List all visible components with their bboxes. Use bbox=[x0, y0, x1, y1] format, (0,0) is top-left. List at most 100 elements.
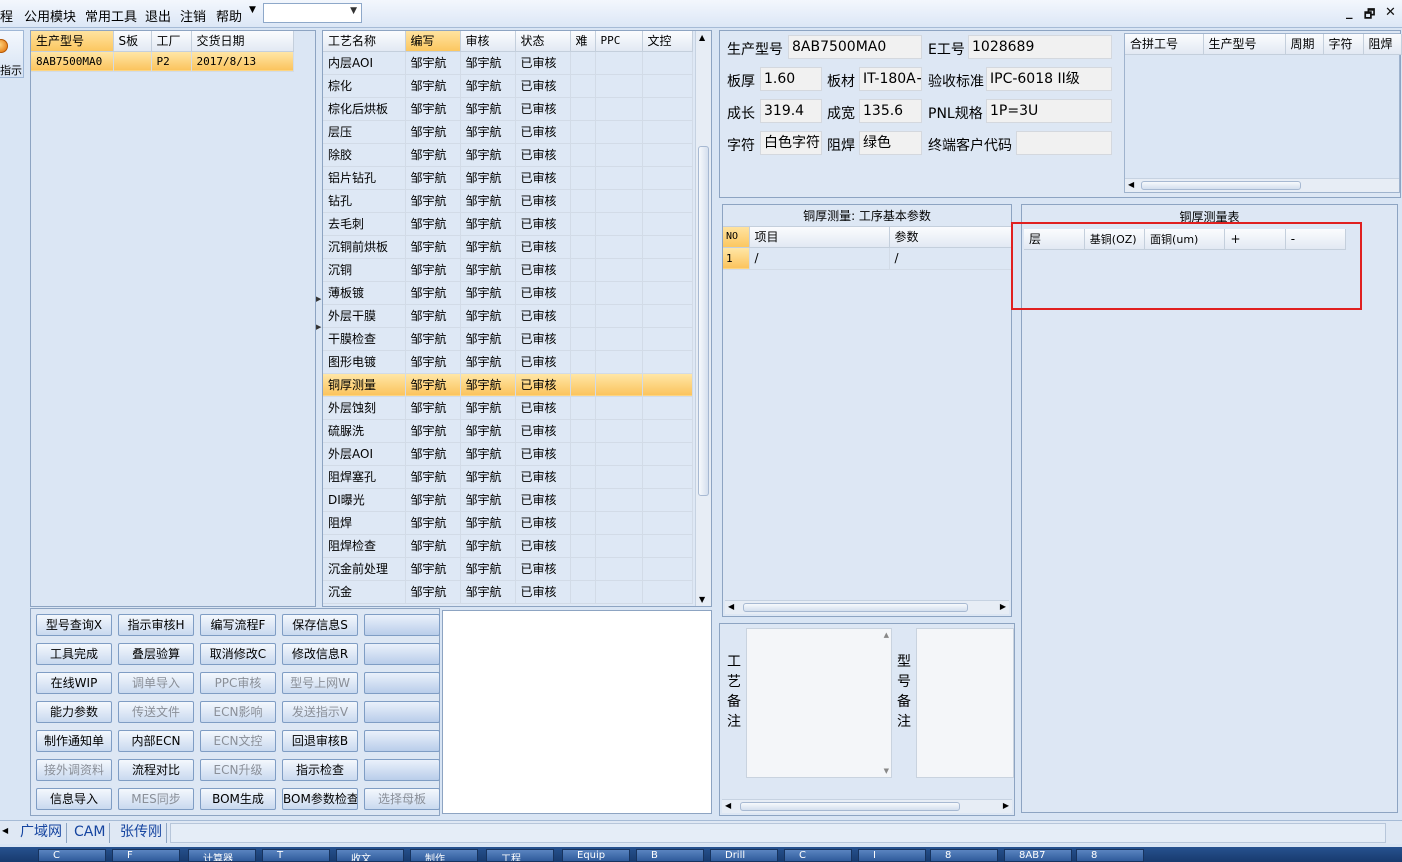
table-row[interactable]: 1 / / bbox=[723, 247, 1012, 270]
table-row[interactable]: 去毛刺 邹宇航 邹宇航 已审核 bbox=[323, 212, 693, 236]
action-button[interactable]: 能力参数 bbox=[36, 701, 112, 723]
column-header[interactable]: 项目 bbox=[749, 227, 890, 248]
scroll-right-icon[interactable]: ▶ bbox=[1000, 602, 1006, 611]
char-field[interactable]: 白色字符 bbox=[760, 131, 822, 155]
action-button[interactable]: 选择母板 bbox=[364, 788, 440, 810]
scroll-right-icon[interactable]: ▶ bbox=[1003, 801, 1009, 810]
column-header[interactable]: 审核 bbox=[460, 31, 516, 52]
taskbar-item[interactable]: 8 bbox=[930, 849, 998, 862]
action-button[interactable]: 修改信息R bbox=[282, 643, 358, 665]
menu-item-logout[interactable]: 注销 bbox=[180, 6, 206, 25]
taskbar-item[interactable]: 制作 bbox=[410, 849, 478, 862]
e-no-field[interactable]: 1028689 bbox=[968, 35, 1112, 59]
side-indicator-button[interactable]: 指示 bbox=[0, 30, 24, 78]
table-row[interactable]: 硫脲洗 邹宇航 邹宇航 已审核 bbox=[323, 419, 693, 443]
taskbar-item[interactable]: I bbox=[858, 849, 926, 862]
column-header[interactable]: 文控 bbox=[642, 31, 693, 52]
column-header[interactable]: PPC bbox=[595, 31, 643, 52]
action-button[interactable]: 型号上网W bbox=[282, 672, 358, 694]
column-header[interactable]: 生产型号 bbox=[31, 31, 114, 52]
action-button[interactable]: BOM参数检查 bbox=[282, 788, 358, 810]
action-button[interactable]: 指示审核H bbox=[118, 614, 194, 636]
status-tab-cam[interactable]: CAM bbox=[70, 823, 111, 843]
scroll-thumb[interactable] bbox=[743, 603, 968, 612]
action-button[interactable]: 型号查询X bbox=[36, 614, 112, 636]
table-row[interactable]: 铝片钻孔 邹宇航 邹宇航 已审核 bbox=[323, 166, 693, 190]
table-row[interactable]: 薄板镀 邹宇航 邹宇航 已审核 bbox=[323, 281, 693, 305]
remarks-hscrollbar[interactable]: ◀ ▶ bbox=[722, 799, 1012, 813]
table-row[interactable]: 阻焊检查 邹宇航 邹宇航 已审核 bbox=[323, 534, 693, 558]
scroll-up-icon[interactable]: ▲ bbox=[884, 631, 889, 639]
column-header[interactable]: 字符 bbox=[1323, 34, 1364, 55]
column-header[interactable]: 阻焊 bbox=[1363, 34, 1402, 55]
table-row[interactable]: 8AB7500MA0 P2 2017/8/13 bbox=[31, 51, 294, 72]
action-button[interactable]: 取消修改C bbox=[200, 643, 276, 665]
action-button[interactable]: MES同步 bbox=[118, 788, 194, 810]
menu-item-program[interactable]: 程 bbox=[0, 6, 13, 25]
scroll-left-icon[interactable]: ◀ bbox=[725, 801, 731, 810]
status-arrow-icon[interactable]: ◀ bbox=[2, 826, 8, 835]
menu-item-help[interactable]: 帮助 bbox=[216, 6, 242, 25]
menu-overflow-icon[interactable]: ▼ bbox=[249, 5, 256, 15]
action-button[interactable]: 流程对比 bbox=[118, 759, 194, 781]
table-row[interactable]: 阻焊 邹宇航 邹宇航 已审核 bbox=[323, 511, 693, 535]
product-model-field[interactable]: 8AB7500MA0 bbox=[788, 35, 922, 59]
action-button[interactable]: 内部ECN bbox=[118, 730, 194, 752]
status-tab-wan[interactable]: 广域网 bbox=[16, 823, 67, 843]
width-field[interactable]: 135.6 bbox=[859, 99, 922, 123]
column-header[interactable]: 工厂 bbox=[151, 31, 192, 52]
table-row[interactable]: 外层蚀刻 邹宇航 邹宇航 已审核 bbox=[323, 396, 693, 420]
table-row[interactable]: 棕化后烘板 邹宇航 邹宇航 已审核 bbox=[323, 97, 693, 121]
pnl-field[interactable]: 1P=3U bbox=[986, 99, 1112, 123]
action-button[interactable]: 制作通知单 bbox=[36, 730, 112, 752]
scroll-down-icon[interactable]: ▼ bbox=[884, 767, 889, 775]
table-row[interactable]: DI曝光 邹宇航 邹宇航 已审核 bbox=[323, 488, 693, 512]
merge-grid-hscrollbar[interactable]: ◀ bbox=[1125, 178, 1399, 192]
blank-button[interactable] bbox=[364, 643, 440, 665]
action-button[interactable]: 信息导入 bbox=[36, 788, 112, 810]
column-header[interactable]: 合拼工号 bbox=[1125, 34, 1204, 55]
table-row[interactable]: 除胶 邹宇航 邹宇航 已审核 bbox=[323, 143, 693, 167]
status-tab-user[interactable]: 张传刚 bbox=[116, 823, 167, 843]
taskbar-item[interactable]: Drill bbox=[710, 849, 778, 862]
model-remark-textarea[interactable] bbox=[916, 628, 1014, 778]
taskbar-item[interactable]: 8AB7 bbox=[1004, 849, 1072, 862]
material-field[interactable]: IT-180A+ bbox=[859, 67, 922, 91]
taskbar-item[interactable]: T bbox=[262, 849, 330, 862]
action-button[interactable]: 传送文件 bbox=[118, 701, 194, 723]
length-field[interactable]: 319.4 bbox=[760, 99, 822, 123]
scroll-down-icon[interactable]: ▼ bbox=[699, 595, 705, 604]
action-button[interactable]: ECN影响 bbox=[200, 701, 276, 723]
action-button[interactable]: BOM生成 bbox=[200, 788, 276, 810]
taskbar-item[interactable]: F bbox=[112, 849, 180, 862]
table-row[interactable]: 棕化 邹宇航 邹宇航 已审核 bbox=[323, 74, 693, 98]
table-row[interactable]: 沉金前处理 邹宇航 邹宇航 已审核 bbox=[323, 557, 693, 581]
column-header[interactable]: NO bbox=[723, 227, 750, 248]
restore-icon[interactable]: 🗗 bbox=[1364, 5, 1375, 26]
taskbar-item[interactable]: B bbox=[636, 849, 704, 862]
action-button[interactable]: ECN文控 bbox=[200, 730, 276, 752]
taskbar-item[interactable]: C bbox=[784, 849, 852, 862]
action-button[interactable]: 指示检查 bbox=[282, 759, 358, 781]
blank-button[interactable] bbox=[364, 672, 440, 694]
scroll-left-icon[interactable]: ◀ bbox=[1128, 180, 1134, 189]
taskbar-item[interactable]: C bbox=[38, 849, 106, 862]
blank-button[interactable] bbox=[364, 701, 440, 723]
chevron-down-icon[interactable]: ▼ bbox=[350, 6, 357, 16]
table-row[interactable]: 图形电镀 邹宇航 邹宇航 已审核 bbox=[323, 350, 693, 374]
minimize-icon[interactable]: _ bbox=[1346, 5, 1353, 20]
menu-combo-box[interactable]: ▼ bbox=[263, 3, 362, 23]
action-button[interactable]: 在线WIP bbox=[36, 672, 112, 694]
scroll-thumb[interactable] bbox=[698, 146, 709, 496]
action-button[interactable]: PPC审核 bbox=[200, 672, 276, 694]
menu-item-public-module[interactable]: 公用模块 bbox=[24, 6, 76, 25]
taskbar-item[interactable]: 工程 bbox=[486, 849, 554, 862]
action-button[interactable]: ECN升级 bbox=[200, 759, 276, 781]
menu-item-tools[interactable]: 常用工具 bbox=[85, 6, 137, 25]
close-icon[interactable]: ✕ bbox=[1385, 5, 1396, 20]
table-row[interactable]: 外层干膜 邹宇航 邹宇航 已审核 bbox=[323, 304, 693, 328]
column-header[interactable]: 交货日期 bbox=[191, 31, 294, 52]
table-row[interactable]: 内层AOI 邹宇航 邹宇航 已审核 bbox=[323, 51, 693, 75]
process-grid-scrollbar[interactable]: ▲ ▼ bbox=[695, 31, 711, 606]
column-header[interactable]: 生产型号 bbox=[1203, 34, 1286, 55]
